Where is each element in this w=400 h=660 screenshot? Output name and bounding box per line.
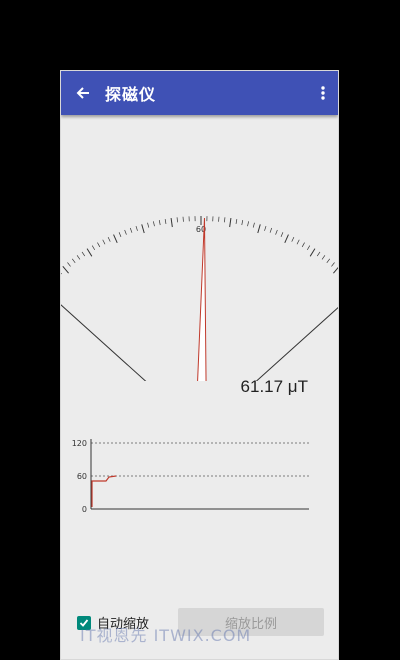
gauge-tick bbox=[284, 234, 289, 244]
gauge-tick bbox=[97, 242, 101, 248]
gauge-tick bbox=[333, 266, 338, 274]
gauge-tick bbox=[86, 248, 93, 257]
gauge-tick bbox=[321, 255, 326, 260]
back-button[interactable] bbox=[61, 71, 105, 115]
history-graph: 120 60 0 bbox=[72, 439, 309, 514]
app-bar: 探磁仪 bbox=[61, 71, 338, 115]
gauge-tick bbox=[316, 251, 321, 257]
more-vertical-icon bbox=[321, 86, 325, 100]
gauge-tick bbox=[107, 236, 111, 242]
gauge-tick bbox=[129, 227, 133, 233]
gauge-tick bbox=[269, 227, 273, 233]
gauge-tick bbox=[102, 239, 106, 245]
gauge-tick bbox=[306, 245, 311, 251]
gauge-tick bbox=[291, 236, 295, 242]
gauge-tick bbox=[71, 258, 76, 264]
gauge-tick bbox=[224, 217, 226, 223]
gauge-tick bbox=[158, 220, 161, 226]
gauge-right-boundary bbox=[255, 306, 338, 381]
y-label-0: 0 bbox=[82, 505, 87, 514]
gauge-dial: 0 60 120 bbox=[61, 216, 338, 381]
gauge-tick bbox=[81, 251, 86, 257]
gauge-tick bbox=[280, 232, 284, 237]
gauge-tick bbox=[147, 222, 150, 228]
app-window: 探磁仪 0 60 120 61.17 μT 120 60 0 bbox=[60, 70, 339, 660]
gauge-tick bbox=[76, 255, 81, 260]
gauge-left-boundary bbox=[61, 304, 147, 381]
gauge-tick bbox=[164, 218, 167, 224]
gauge-tick bbox=[241, 220, 244, 226]
gauge-tick bbox=[331, 262, 335, 267]
y-label-120: 120 bbox=[72, 439, 87, 448]
gauge-tick bbox=[135, 225, 138, 231]
page-title: 探磁仪 bbox=[105, 85, 157, 104]
overflow-menu-button[interactable] bbox=[308, 71, 338, 115]
y-label-60: 60 bbox=[77, 472, 87, 481]
arrow-left-icon bbox=[76, 87, 89, 99]
gauge-tick bbox=[62, 265, 69, 274]
gauge-tick bbox=[229, 218, 232, 228]
gauge-tick bbox=[176, 217, 178, 223]
gauge-tick bbox=[153, 221, 155, 227]
history-line bbox=[91, 475, 117, 507]
gauge-tick bbox=[275, 229, 278, 235]
gauge-tick bbox=[309, 248, 316, 257]
gauge-tick bbox=[124, 229, 127, 235]
gauge-tick bbox=[264, 225, 267, 231]
gauge-tick bbox=[301, 242, 305, 248]
gauge-tick bbox=[91, 245, 96, 251]
gauge-tick bbox=[326, 258, 331, 264]
gauge-tick bbox=[67, 262, 71, 267]
gauge-tick bbox=[61, 272, 62, 275]
needle-body bbox=[197, 218, 207, 381]
watermark: IT视恩先 ITWIX.COM bbox=[80, 626, 252, 645]
gauge-tick bbox=[296, 239, 300, 245]
gauge-needle bbox=[197, 218, 207, 381]
gauge-tick bbox=[235, 218, 238, 224]
field-strength-reading: 61.17 μT bbox=[240, 377, 308, 396]
gauge-tick bbox=[252, 222, 255, 228]
gauge-tick bbox=[170, 218, 173, 228]
gauge-tick bbox=[247, 221, 249, 227]
gauge-tick bbox=[118, 232, 122, 237]
gauge-tick bbox=[113, 234, 118, 244]
gauge-tick bbox=[257, 224, 261, 234]
gauge-tick bbox=[141, 224, 145, 234]
